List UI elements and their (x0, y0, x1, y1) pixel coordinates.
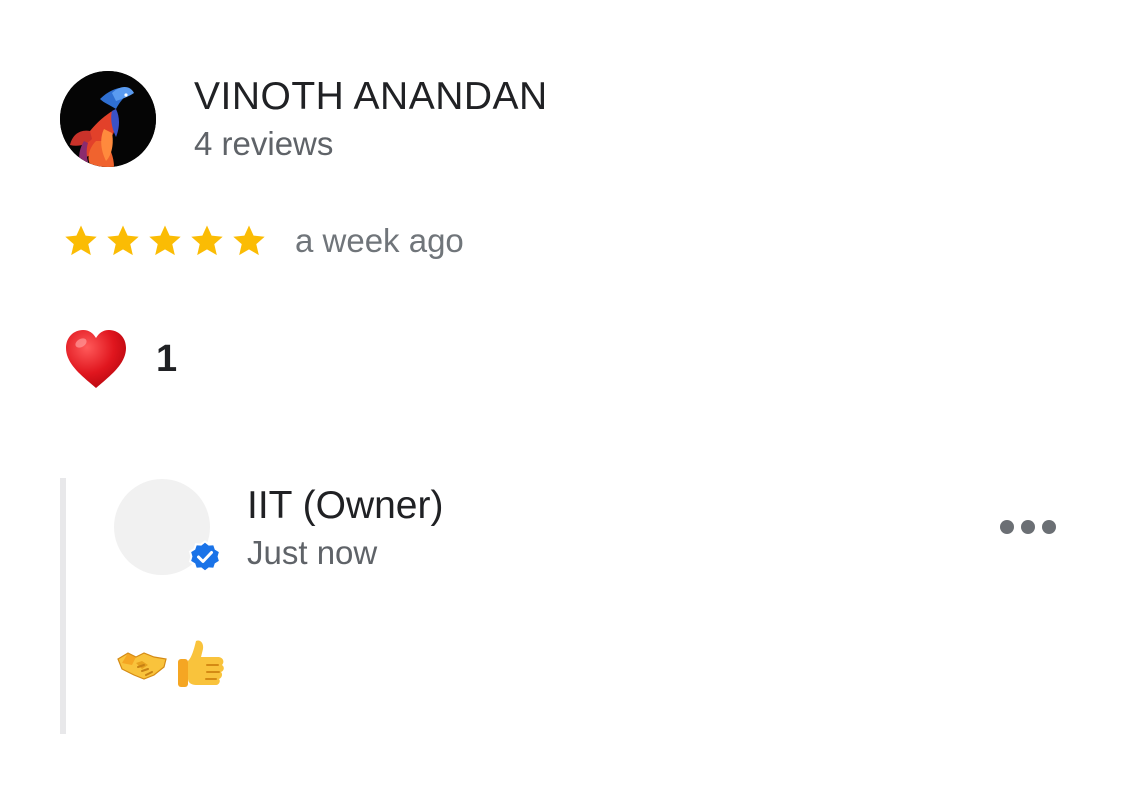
more-dot (1021, 520, 1035, 534)
thumbs-up-icon (174, 635, 230, 691)
star-icon (62, 222, 100, 260)
more-dot (1042, 520, 1056, 534)
red-heart-icon (62, 326, 130, 392)
star-icon (188, 222, 226, 260)
owner-reply: IIT (Owner) Just now (60, 478, 1060, 736)
reviewer-avatar[interactable] (60, 71, 156, 167)
star-icon (104, 222, 142, 260)
betta-fish-avatar-image (60, 71, 156, 167)
star-icon (230, 222, 268, 260)
reply-indent-bar (60, 478, 66, 734)
reaction-count: 1 (156, 338, 178, 380)
star-icon (146, 222, 184, 260)
star-rating (62, 220, 272, 262)
review-card: VINOTH ANANDAN 4 reviews a week ago 1 II… (0, 0, 1125, 811)
handshake-icon (114, 635, 170, 691)
owner-reply-time: Just now (247, 534, 378, 571)
reviewer-name[interactable]: VINOTH ANANDAN (194, 74, 548, 120)
owner-reply-body (114, 633, 234, 693)
reviewer-review-count[interactable]: 4 reviews (194, 124, 333, 164)
review-time: a week ago (295, 222, 464, 259)
more-dot (1000, 520, 1014, 534)
heart-reaction-button[interactable] (62, 325, 130, 393)
more-options-button[interactable] (1000, 514, 1056, 540)
verified-badge-icon (188, 540, 222, 574)
owner-name: IIT (Owner) (247, 484, 444, 527)
